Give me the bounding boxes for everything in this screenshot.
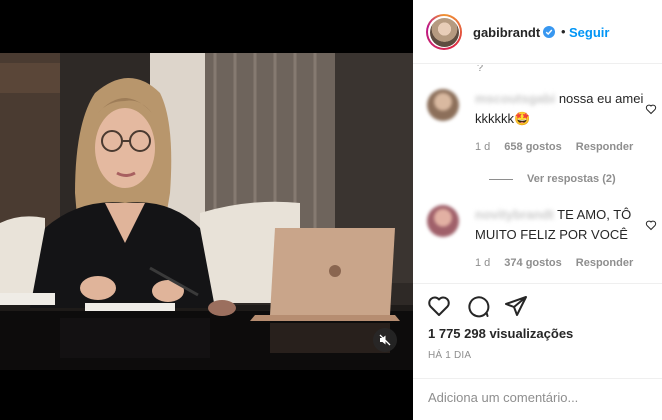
replies-divider-line	[489, 178, 513, 180]
post-actions: 1 775 298 visualizações HÁ 1 DIA	[413, 283, 662, 383]
comment-like-heart-icon[interactable]	[645, 219, 657, 231]
comment-input[interactable]	[428, 390, 648, 405]
post-timestamp[interactable]: HÁ 1 DIA	[428, 350, 471, 361]
scroll-hint: ?	[477, 65, 484, 74]
comment-avatar[interactable]	[427, 89, 459, 121]
comment-avatar[interactable]	[427, 205, 459, 237]
comment-body: mscoutsgabi nossa eu amei kkkkkk🤩	[475, 89, 657, 129]
heart-icon[interactable]	[427, 294, 451, 318]
post-side-panel: gabibrandt • Seguir ? mscoutsgabi nossa …	[413, 0, 662, 420]
media-viewer	[0, 0, 413, 420]
header-separator: •	[561, 24, 566, 39]
comment-likes[interactable]: 374 gostos	[504, 257, 561, 269]
comments-list[interactable]: ? mscoutsgabi nossa eu amei kkkkkk🤩 1 d …	[413, 65, 662, 283]
follow-button[interactable]: Seguir	[569, 25, 609, 40]
comment-reply-button[interactable]: Responder	[576, 257, 633, 269]
video-player[interactable]	[0, 53, 413, 370]
comment-body: novitybrandt TE AMO, TÔ MUITO FELIZ POR …	[475, 205, 657, 245]
comment-reply-button[interactable]: Responder	[576, 141, 633, 153]
comment-age: 1 d	[475, 257, 491, 269]
comment-meta: 1 d 374 gostos Responder	[475, 257, 633, 269]
comment-meta: 1 d 658 gostos Responder	[475, 141, 633, 153]
video-frame	[0, 53, 413, 370]
comment-likes[interactable]: 658 gostos	[504, 141, 561, 153]
view-replies-label: Ver respostas (2)	[527, 173, 616, 185]
view-count[interactable]: 1 775 298 visualizações	[428, 326, 573, 341]
comment-emoji: 🤩	[514, 111, 531, 126]
comment-age: 1 d	[475, 141, 491, 153]
paper-plane-icon[interactable]	[504, 294, 528, 318]
comment-username[interactable]: novitybrandt	[475, 207, 554, 222]
comment-bubble-icon[interactable]	[466, 294, 490, 318]
view-replies-button[interactable]: Ver respostas (2)	[489, 173, 616, 185]
comment-like-heart-icon[interactable]	[645, 103, 657, 115]
mute-toggle-button[interactable]	[373, 328, 397, 352]
author-username[interactable]: gabibrandt	[473, 25, 540, 40]
speaker-muted-icon	[379, 334, 391, 346]
post-header: gabibrandt • Seguir	[413, 0, 662, 64]
comment-composer	[413, 378, 662, 420]
verified-badge-icon	[543, 26, 555, 38]
comment-username[interactable]: mscoutsgabi	[475, 91, 555, 106]
avatar	[429, 17, 459, 47]
story-ring-avatar[interactable]	[426, 14, 462, 50]
